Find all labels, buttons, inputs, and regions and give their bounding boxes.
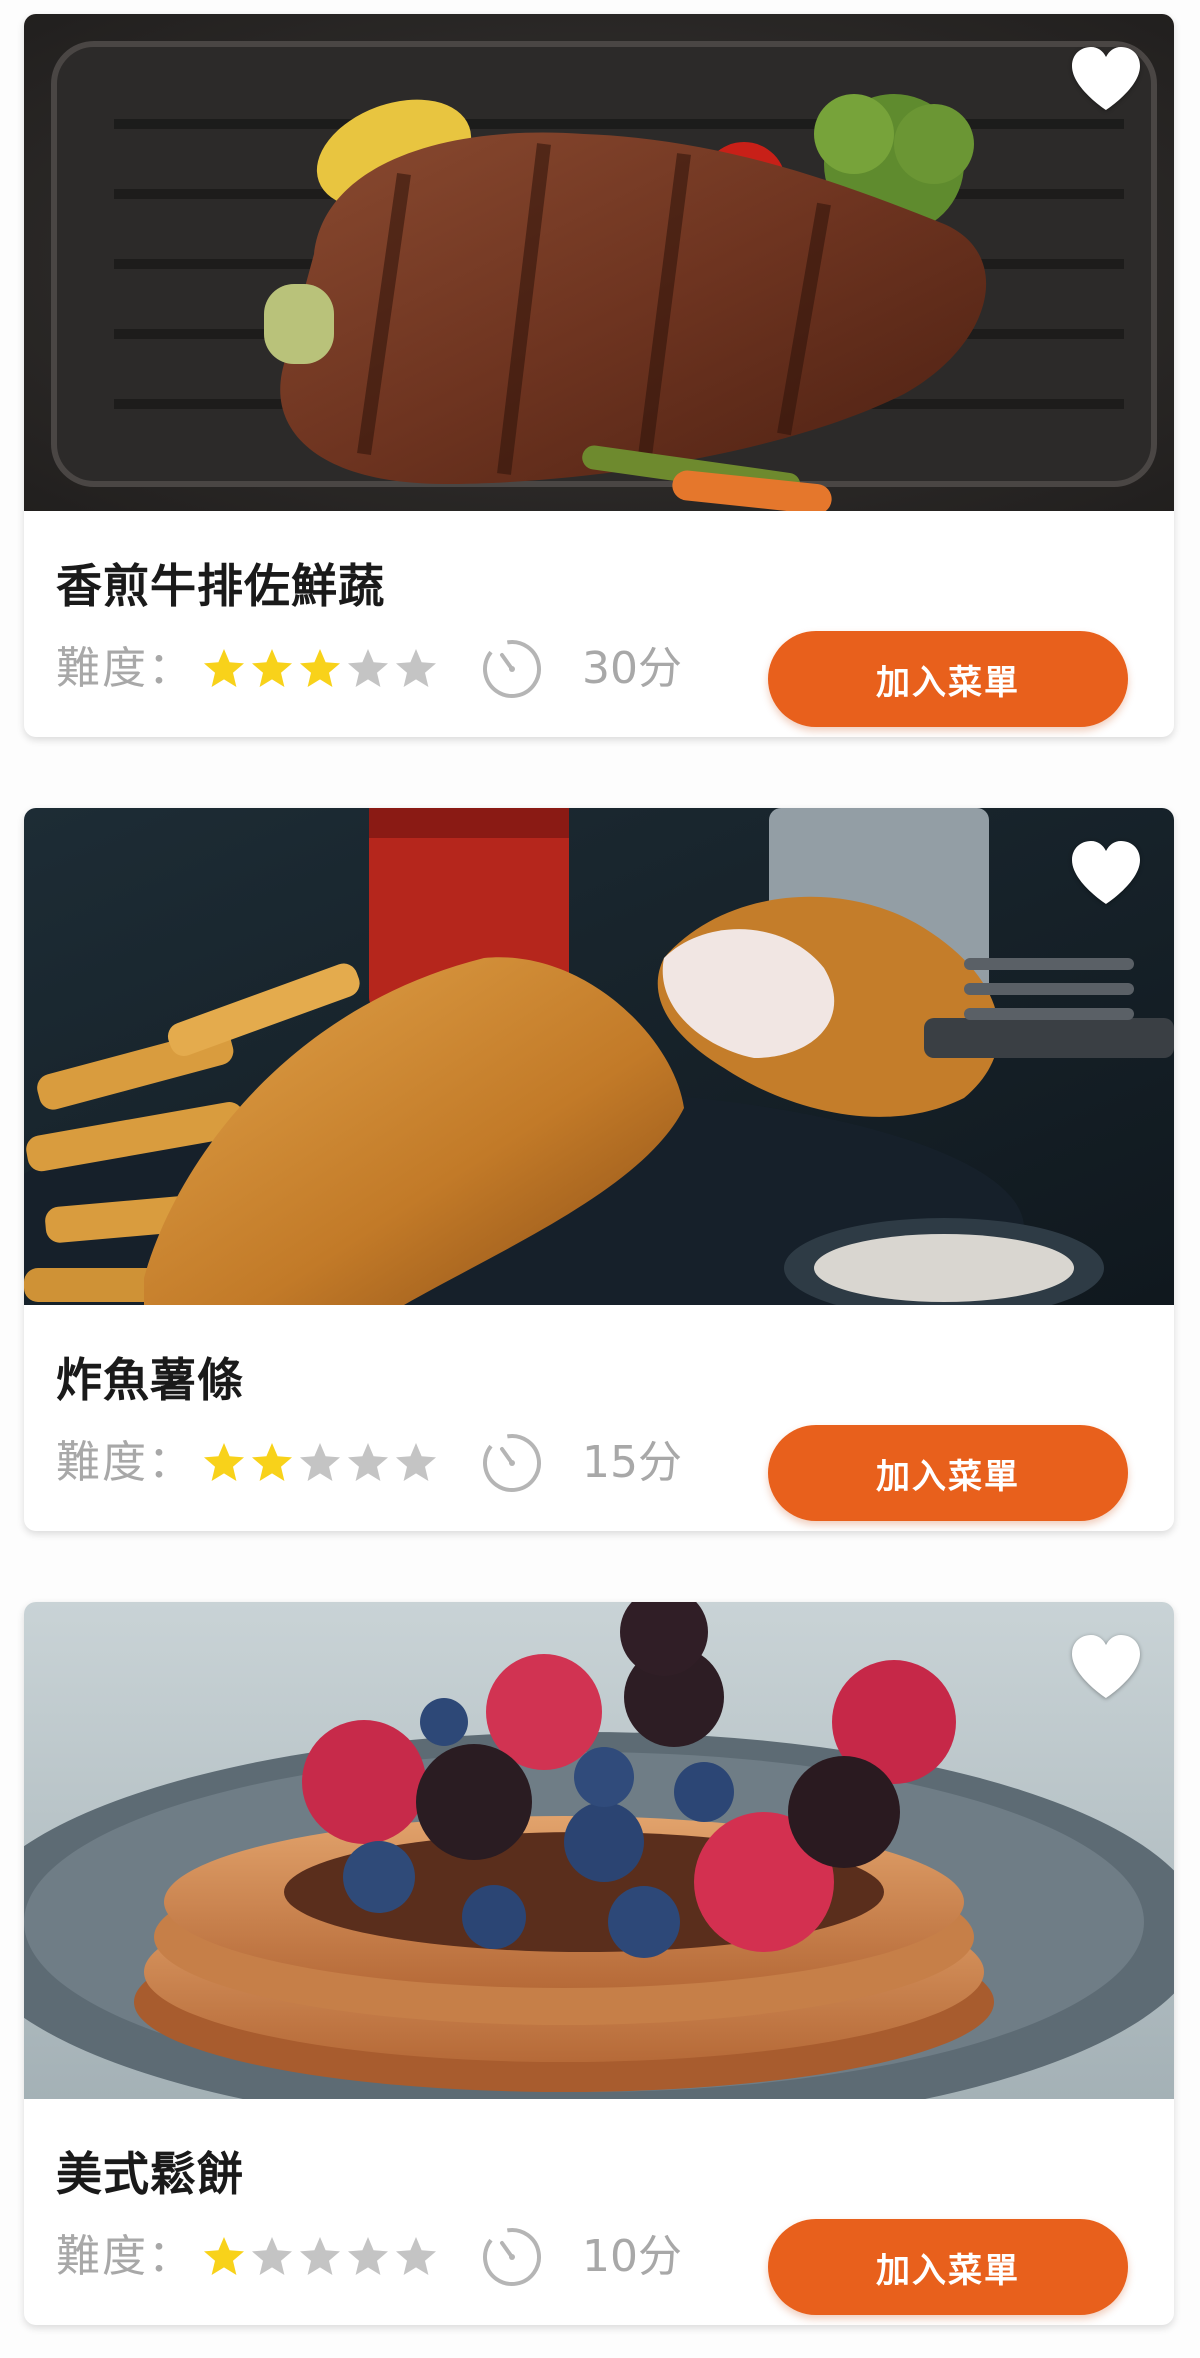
steak-photo	[24, 14, 1174, 511]
star-icon	[348, 2237, 388, 2275]
star-icon	[396, 2237, 436, 2275]
star-icon	[396, 649, 436, 687]
difficulty-label: 難度：	[56, 2231, 194, 2282]
recipe-card[interactable]: 香煎牛排佐鮮蔬 難度： 30分 加入菜單	[24, 14, 1174, 737]
heart-icon	[1072, 47, 1140, 110]
recipe-meta: 難度： 30分	[56, 639, 682, 699]
star-icon	[204, 649, 244, 687]
star-icon	[300, 649, 340, 687]
timer-icon	[483, 2228, 541, 2286]
star-icon	[252, 649, 292, 687]
recipe-info: 炸魚薯條 難度： 15分 加入菜單	[24, 1305, 1174, 1531]
timer-icon	[483, 1434, 541, 1492]
favorite-button[interactable]	[1068, 1632, 1144, 1702]
fish-and-chips-photo	[24, 808, 1174, 1305]
recipe-info: 美式鬆餅 難度： 10分 加入菜單	[24, 2099, 1174, 2325]
recipe-card[interactable]: 美式鬆餅 難度： 10分 加入菜單	[24, 1602, 1174, 2325]
recipe-title: 炸魚薯條	[56, 1353, 244, 1407]
star-icon	[396, 1443, 436, 1481]
cook-time: 10分	[582, 2231, 682, 2282]
recipe-title: 香煎牛排佐鮮蔬	[56, 559, 385, 613]
heart-icon	[1072, 841, 1140, 904]
pancakes-photo	[24, 1602, 1174, 2099]
difficulty-rating	[202, 2235, 442, 2279]
star-icon	[348, 649, 388, 687]
star-icon	[300, 2237, 340, 2275]
recipe-meta: 難度： 10分	[56, 2227, 682, 2287]
add-to-menu-button[interactable]: 加入菜單	[768, 631, 1128, 727]
recipe-title: 美式鬆餅	[56, 2147, 244, 2201]
recipe-meta: 難度： 15分	[56, 1433, 682, 1493]
add-to-menu-button[interactable]: 加入菜單	[768, 1425, 1128, 1521]
star-icon	[204, 2237, 244, 2275]
star-icon	[204, 1443, 244, 1481]
difficulty-label: 難度：	[56, 643, 194, 694]
favorite-button[interactable]	[1068, 44, 1144, 114]
cook-time: 30分	[582, 643, 682, 694]
star-icon	[252, 1443, 292, 1481]
cook-time: 15分	[582, 1437, 682, 1488]
star-icon	[348, 1443, 388, 1481]
star-icon	[300, 1443, 340, 1481]
recipe-card[interactable]: 炸魚薯條 難度： 15分 加入菜單	[24, 808, 1174, 1531]
difficulty-label: 難度：	[56, 1437, 194, 1488]
difficulty-rating	[202, 647, 442, 691]
difficulty-rating	[202, 1441, 442, 1485]
recipe-info: 香煎牛排佐鮮蔬 難度： 30分 加入菜單	[24, 511, 1174, 737]
favorite-button[interactable]	[1068, 838, 1144, 908]
heart-icon	[1072, 1635, 1140, 1698]
star-icon	[252, 2237, 292, 2275]
timer-icon	[483, 640, 541, 698]
add-to-menu-button[interactable]: 加入菜單	[768, 2219, 1128, 2315]
